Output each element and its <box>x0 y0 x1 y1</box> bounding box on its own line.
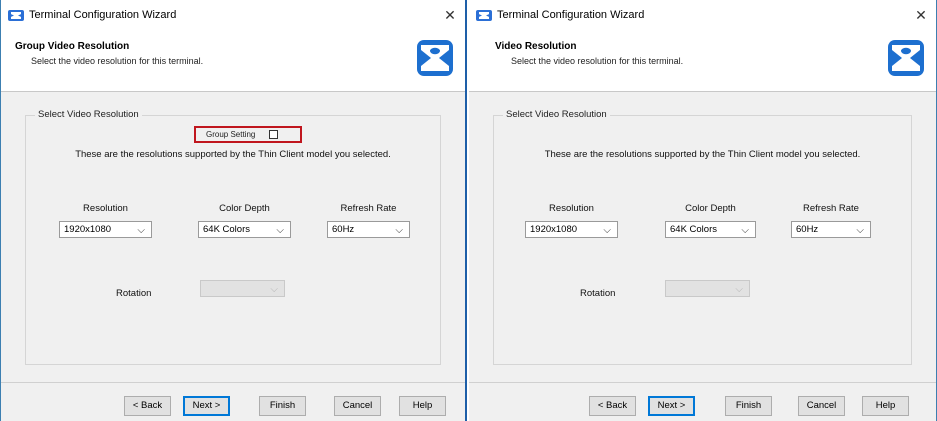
close-icon[interactable]: ✕ <box>912 6 930 24</box>
back-button[interactable]: < Back <box>589 396 636 416</box>
help-button[interactable]: Help <box>399 396 446 416</box>
chevron-down-icon: ⌵ <box>270 284 278 295</box>
refresh-rate-dropdown[interactable]: 60Hz ⌵ <box>791 221 871 238</box>
info-text: These are the resolutions supported by t… <box>75 149 391 160</box>
wizard-window-right: Terminal Configuration Wizard ✕ Video Re… <box>469 0 937 421</box>
group-label: Select Video Resolution <box>503 109 610 120</box>
chevron-down-icon: ⌵ <box>603 225 611 236</box>
close-icon[interactable]: ✕ <box>441 6 459 24</box>
resolution-value: 1920x1080 <box>64 224 112 235</box>
video-resolution-group: Select Video Resolution These are the re… <box>493 109 912 365</box>
group-label: Select Video Resolution <box>35 109 142 120</box>
title-bar: Terminal Configuration Wizard ✕ <box>1 0 465 30</box>
next-button[interactable]: Next > <box>648 396 695 416</box>
color-depth-dropdown[interactable]: 64K Colors ⌵ <box>198 221 291 238</box>
resolution-dropdown[interactable]: 1920x1080 ⌵ <box>525 221 618 238</box>
refresh-rate-dropdown[interactable]: 60Hz ⌵ <box>327 221 410 238</box>
finish-button[interactable]: Finish <box>259 396 306 416</box>
page-title: Group Video Resolution <box>15 41 130 52</box>
window-title: Terminal Configuration Wizard <box>29 9 177 21</box>
chevron-down-icon: ⌵ <box>137 225 145 236</box>
color-depth-value: 64K Colors <box>203 224 250 235</box>
refresh-rate-value: 60Hz <box>332 224 355 235</box>
title-bar: Terminal Configuration Wizard ✕ <box>469 0 936 30</box>
finish-button[interactable]: Finish <box>725 396 772 416</box>
rotation-label: Rotation <box>580 288 616 299</box>
wizard-footer: < Back Next > Finish Cancel Help <box>1 382 465 421</box>
group-setting-label: Group Setting <box>206 130 256 139</box>
page-title: Video Resolution <box>495 41 577 52</box>
resolution-value: 1920x1080 <box>530 224 578 235</box>
color-depth-value: 64K Colors <box>670 224 717 235</box>
group-setting-checkbox[interactable]: Group Setting <box>194 126 302 143</box>
resolution-dropdown[interactable]: 1920x1080 ⌵ <box>59 221 152 238</box>
page-subtitle: Select the video resolution for this ter… <box>511 56 684 66</box>
chevron-down-icon: ⌵ <box>276 225 284 236</box>
thinmanager-logo-icon <box>417 40 453 76</box>
chevron-down-icon: ⌵ <box>856 225 864 236</box>
checkbox-box[interactable] <box>269 130 278 139</box>
info-text: These are the resolutions supported by t… <box>544 149 861 160</box>
next-button[interactable]: Next > <box>183 396 230 416</box>
refresh-rate-value: 60Hz <box>796 224 819 235</box>
color-depth-label: Color Depth <box>219 203 270 214</box>
rotation-dropdown: ⌵ <box>200 280 285 297</box>
wizard-window-left: Terminal Configuration Wizard ✕ Group Vi… <box>0 0 467 421</box>
chevron-down-icon: ⌵ <box>735 284 743 295</box>
chevron-down-icon: ⌵ <box>741 225 749 236</box>
thinmanager-logo-icon <box>888 40 924 76</box>
rotation-dropdown: ⌵ <box>665 280 750 297</box>
wizard-header: Video Resolution Select the video resolu… <box>469 30 936 92</box>
window-title: Terminal Configuration Wizard <box>497 9 645 21</box>
cancel-button[interactable]: Cancel <box>798 396 845 416</box>
cancel-button[interactable]: Cancel <box>334 396 381 416</box>
refresh-rate-label: Refresh Rate <box>803 203 859 214</box>
rotation-label: Rotation <box>116 288 152 299</box>
back-button[interactable]: < Back <box>124 396 171 416</box>
refresh-rate-label: Refresh Rate <box>340 203 397 214</box>
color-depth-dropdown[interactable]: 64K Colors ⌵ <box>665 221 756 238</box>
chevron-down-icon: ⌵ <box>395 225 403 236</box>
resolution-label: Resolution <box>83 203 128 214</box>
resolution-label: Resolution <box>549 203 594 214</box>
help-button[interactable]: Help <box>862 396 909 416</box>
wizard-footer: < Back Next > Finish Cancel Help <box>469 382 936 421</box>
terminal-services-icon <box>8 10 24 21</box>
video-resolution-group: Select Video Resolution Group Setting Th… <box>25 109 441 365</box>
wizard-header: Group Video Resolution Select the video … <box>1 30 465 92</box>
terminal-services-icon <box>476 10 492 21</box>
color-depth-label: Color Depth <box>685 203 736 214</box>
page-subtitle: Select the video resolution for this ter… <box>31 56 204 66</box>
